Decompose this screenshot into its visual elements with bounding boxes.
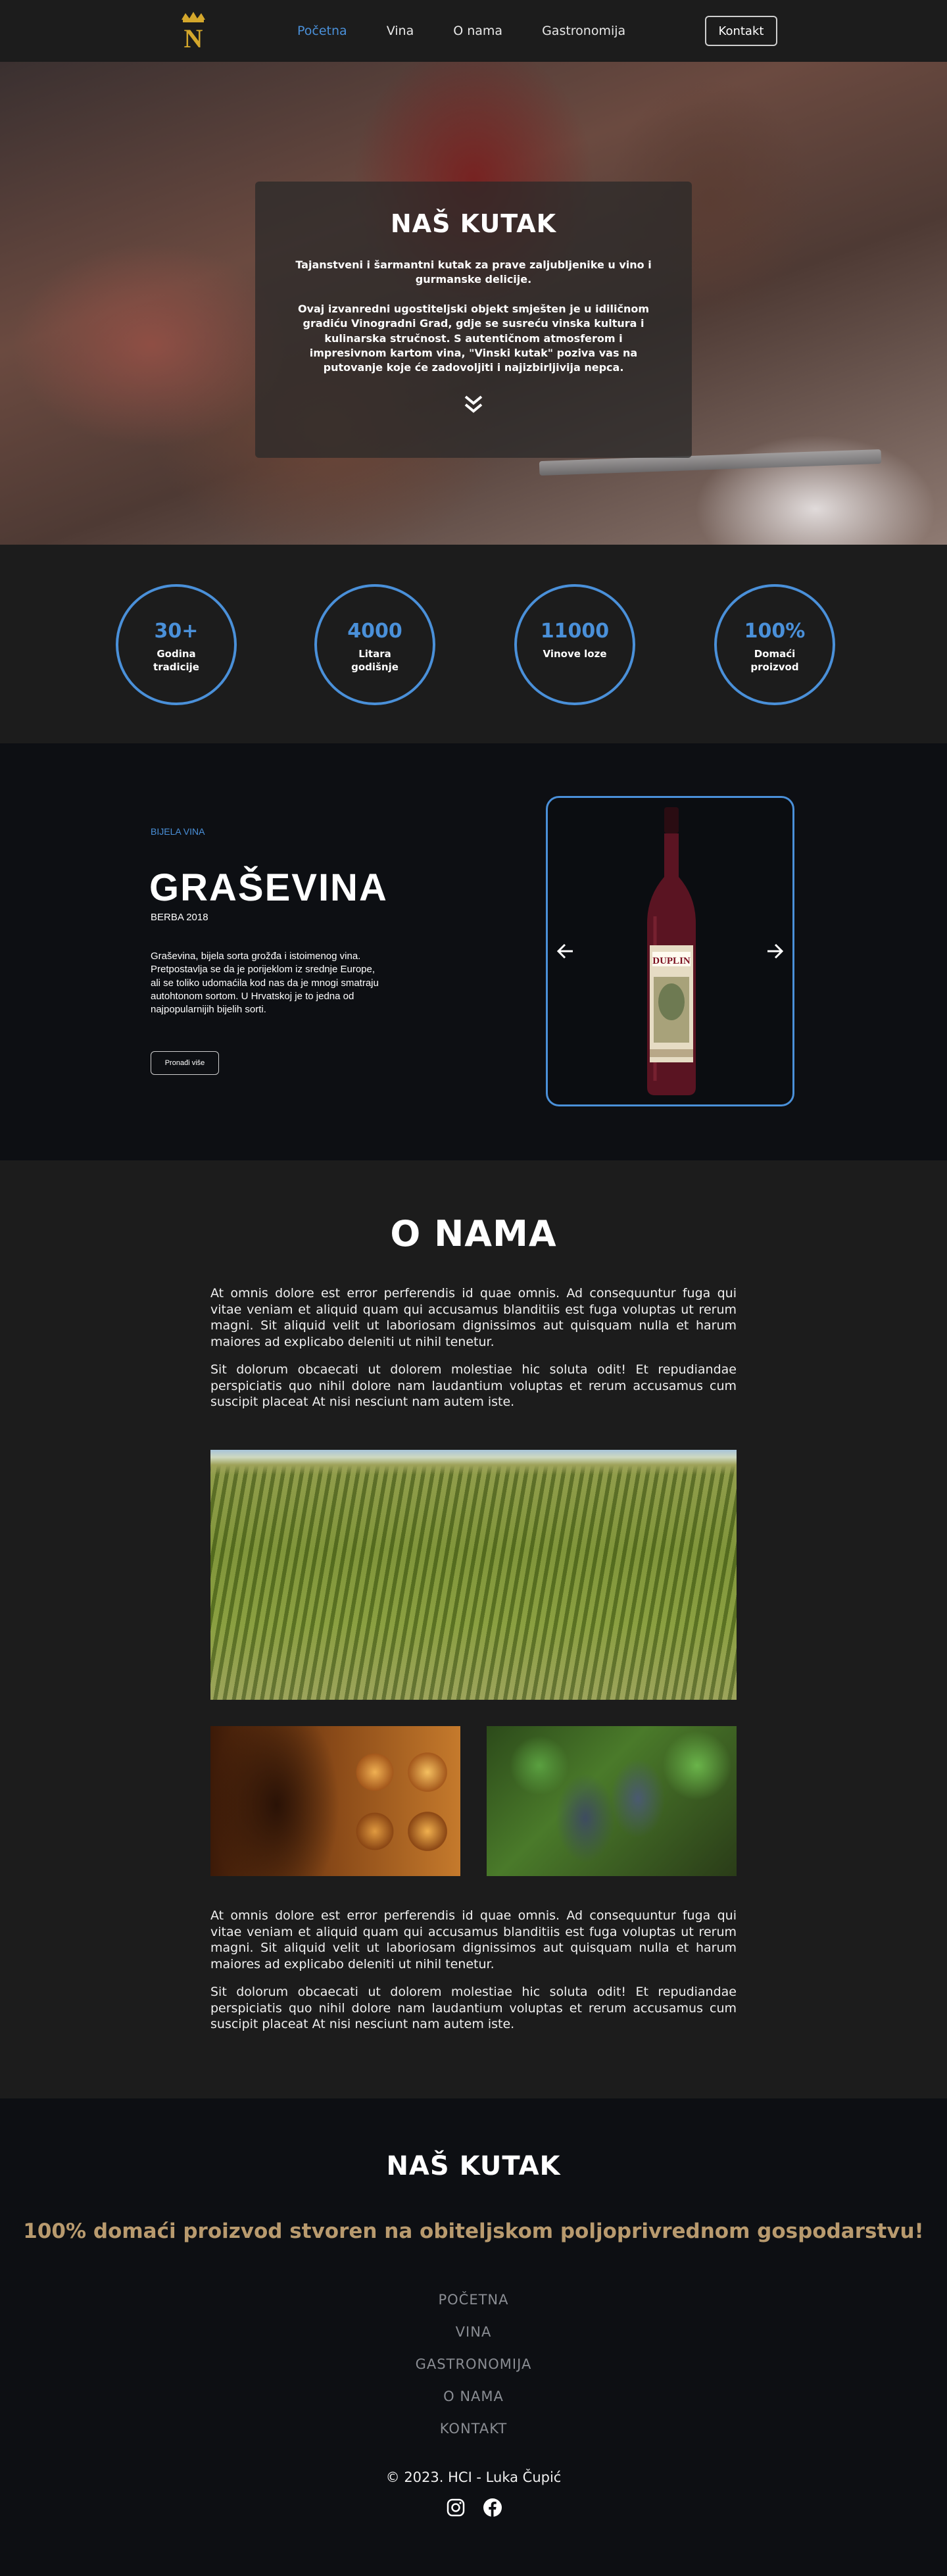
hero-title: NAŠ KUTAK	[390, 209, 557, 238]
find-more-button[interactable]: Pronađi više	[151, 1051, 219, 1075]
stats-section: 30+ Godina tradicije 4000 Litara godišnj…	[0, 545, 947, 743]
stat-label: Domaći proizvod	[750, 648, 799, 673]
stat-label: Vinove loze	[543, 648, 607, 660]
grapes-image	[487, 1726, 737, 1876]
hero-card: NAŠ KUTAK Tajanstveni i šarmantni kutak …	[255, 182, 692, 458]
stat-value: 4000	[347, 620, 402, 643]
footer-title: NAŠ KUTAK	[386, 2151, 561, 2181]
facebook-icon[interactable]	[482, 2497, 503, 2518]
stat-label: Godina tradicije	[153, 648, 199, 673]
footer-copyright: © 2023. HCI - Luka Čupić	[385, 2469, 562, 2485]
vineyard-image	[210, 1450, 737, 1700]
wine-vintage: BERBA 2018	[151, 912, 208, 923]
wine-section: BIJELA VINA GRAŠEVINA BERBA 2018 Graševi…	[0, 743, 947, 1160]
footer-link-vina[interactable]: VINA	[0, 2316, 947, 2348]
footer-links: POČETNA VINA GASTRONOMIJA O NAMA KONTAKT	[0, 2284, 947, 2445]
wine-barrels-image	[210, 1726, 460, 1876]
stat-label: Litara godišnje	[351, 648, 399, 673]
arrow-right-icon[interactable]	[764, 940, 786, 962]
stat-circle: 30+ Godina tradicije	[116, 584, 237, 705]
footer-link-gastronomija[interactable]: GASTRONOMIJA	[0, 2348, 947, 2381]
footer-link-o-nama[interactable]: O NAMA	[0, 2381, 947, 2413]
hero-body: Ovaj izvanredni ugostiteljski objekt smj…	[297, 302, 650, 374]
hero-lead: Tajanstveni i šarmantni kutak za prave z…	[295, 259, 652, 286]
footer: NAŠ KUTAK 100% domaći proizvod stvoren n…	[0, 2098, 947, 2576]
about-paragraph: Sit dolorum obcaecati ut dolorem molesti…	[210, 1362, 737, 1410]
about-section: O NAMA At omnis dolore est error perfere…	[0, 1160, 947, 2098]
double-chevron-down-icon[interactable]	[460, 393, 487, 416]
social-links	[445, 2497, 504, 2518]
arrow-left-icon[interactable]	[554, 940, 577, 962]
bottle-label-text: DUPLIN	[652, 956, 691, 966]
crown-n-logo-icon[interactable]: N	[176, 11, 210, 50]
wine-description: Graševina, bijela sorta grožđa i istoime…	[151, 951, 379, 1015]
footer-link-kontakt[interactable]: KONTAKT	[0, 2413, 947, 2445]
wine-carousel: DUPLIN	[546, 796, 794, 1106]
stat-circle: 11000 Vinove loze	[514, 584, 635, 705]
hero-section: NAŠ KUTAK Tajanstveni i šarmantni kutak …	[0, 62, 947, 545]
nav-link-o-nama[interactable]: O nama	[453, 24, 502, 38]
stat-circle: 4000 Litara godišnje	[314, 584, 435, 705]
about-title: O NAMA	[390, 1213, 557, 1254]
stat-value: 30+	[154, 620, 199, 643]
wine-category: BIJELA VINA	[151, 826, 205, 837]
wine-bottle-image: DUPLIN	[647, 807, 696, 1095]
wine-name: GRAŠEVINA	[149, 866, 388, 909]
about-paragraph: At omnis dolore est error perferendis id…	[210, 1908, 737, 1972]
top-nav: N Početna Vina O nama Gastronomija Konta…	[0, 0, 947, 62]
nav-links: Početna Vina O nama Gastronomija	[297, 0, 625, 62]
stat-circle: 100% Domaći proizvod	[714, 584, 835, 705]
footer-tagline: 100% domaći proizvod stvoren na obiteljs…	[23, 2219, 924, 2243]
contact-button[interactable]: Kontakt	[705, 16, 777, 46]
instagram-icon[interactable]	[445, 2497, 466, 2518]
about-paragraph: At omnis dolore est error perferendis id…	[210, 1286, 737, 1350]
nav-link-vina[interactable]: Vina	[387, 24, 414, 38]
footer-link-pocetna[interactable]: POČETNA	[0, 2284, 947, 2316]
stat-value: 100%	[744, 620, 806, 643]
stat-value: 11000	[540, 620, 610, 643]
nav-link-pocetna[interactable]: Početna	[297, 24, 347, 38]
logo-letter: N	[184, 24, 203, 50]
about-paragraph: Sit dolorum obcaecati ut dolorem molesti…	[210, 1985, 737, 2032]
nav-link-gastronomija[interactable]: Gastronomija	[542, 24, 625, 38]
